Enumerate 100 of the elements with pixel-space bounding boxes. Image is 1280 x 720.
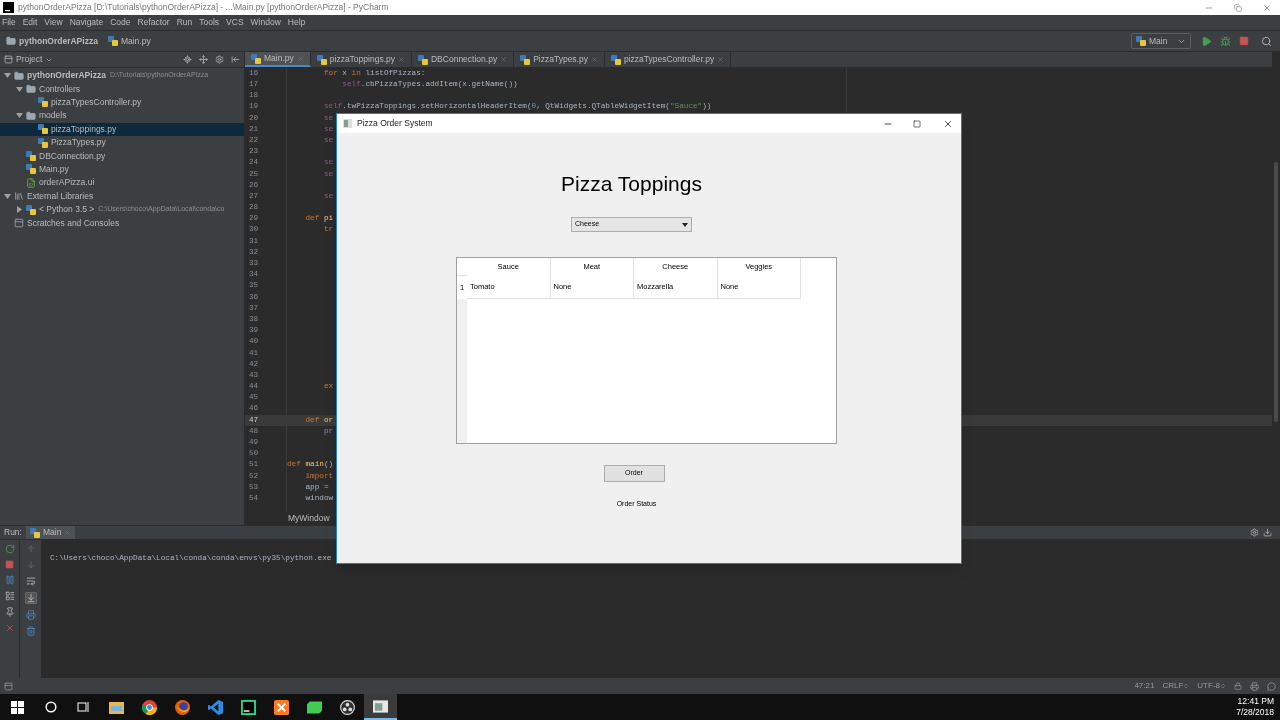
search-button[interactable] bbox=[1261, 35, 1272, 47]
pin-button[interactable] bbox=[4, 607, 15, 617]
app-window-icon[interactable] bbox=[373, 699, 388, 713]
tree-item[interactable]: External Libraries bbox=[0, 189, 244, 203]
caret-icon bbox=[682, 222, 688, 227]
clock[interactable]: 12:41 PM 7/28/2018 bbox=[1236, 696, 1280, 718]
tree-item[interactable]: Controllers bbox=[0, 82, 244, 96]
updown-icon[interactable] bbox=[1183, 683, 1190, 689]
python-file-icon bbox=[1136, 36, 1146, 46]
task-view-icon[interactable] bbox=[77, 701, 90, 713]
menu-item[interactable]: Edit bbox=[22, 16, 38, 29]
recorder-icon[interactable] bbox=[340, 699, 355, 715]
close-tab-icon[interactable] bbox=[590, 56, 598, 63]
file-icon bbox=[26, 177, 36, 188]
python-file-icon bbox=[26, 151, 36, 162]
locate-icon[interactable] bbox=[183, 55, 192, 64]
windows-icon[interactable] bbox=[11, 700, 24, 714]
expanded-arrow-icon[interactable] bbox=[15, 85, 23, 93]
tree-label: PizzaTypes.py bbox=[51, 136, 106, 149]
tree-item[interactable]: pizzaToppings.py bbox=[0, 122, 244, 136]
trash-button[interactable] bbox=[25, 626, 36, 636]
folder-icon bbox=[26, 84, 36, 95]
lock-icon[interactable] bbox=[1234, 682, 1242, 690]
editor-tab[interactable]: PizzaTypes.py bbox=[514, 52, 605, 67]
qt-icon[interactable] bbox=[307, 700, 322, 714]
tree-item[interactable]: PizzaTypes.py bbox=[0, 135, 244, 150]
python-file-icon bbox=[520, 54, 531, 65]
search-icon[interactable] bbox=[44, 701, 57, 713]
browser-icon[interactable] bbox=[142, 699, 157, 715]
breadcrumb[interactable]: MyWindow bbox=[288, 512, 330, 525]
pause-button[interactable] bbox=[4, 575, 15, 585]
window-title: pythonOrderAPizza [D:\Tutorials\pythonOrderAPizza] - ...\Main.py [pythonOrderAPizza] - PyCharm bbox=[18, 1, 389, 14]
rerun-button[interactable] bbox=[4, 544, 15, 554]
editor-tab[interactable]: DBConnection.py bbox=[412, 52, 515, 67]
run-button[interactable] bbox=[1201, 35, 1212, 47]
close-tab-icon[interactable] bbox=[500, 56, 508, 63]
menu-item[interactable]: Window bbox=[250, 16, 281, 29]
inspector-icon[interactable] bbox=[1250, 681, 1259, 691]
editor-tab[interactable]: pizzaToppings.py bbox=[310, 52, 412, 67]
fox-browser-icon[interactable] bbox=[175, 699, 190, 715]
expand-icon[interactable] bbox=[199, 55, 208, 64]
tree-item[interactable]: Scratches and Consoles bbox=[0, 216, 244, 230]
menu-item[interactable]: Navigate bbox=[69, 16, 104, 29]
encoding[interactable]: UTF-8 bbox=[1197, 680, 1220, 692]
print-button[interactable] bbox=[25, 610, 36, 620]
window-icon bbox=[343, 119, 352, 128]
code-editor-icon[interactable] bbox=[208, 699, 223, 715]
cursor-position[interactable]: 47:21 bbox=[1134, 680, 1155, 692]
tree-item[interactable]: models bbox=[0, 109, 244, 123]
editor-tab[interactable]: Main.py bbox=[245, 52, 311, 67]
scroll-end-button[interactable] bbox=[24, 592, 37, 604]
menu-item[interactable]: Refactor bbox=[137, 16, 170, 29]
updown-icon[interactable] bbox=[1220, 683, 1226, 689]
menu-item[interactable]: Tools bbox=[199, 16, 220, 29]
hide-icon[interactable] bbox=[1263, 528, 1272, 537]
expanded-arrow-icon[interactable] bbox=[3, 72, 11, 80]
debug-button[interactable] bbox=[1220, 35, 1231, 47]
menu-item[interactable]: Code bbox=[110, 16, 131, 29]
menu-item[interactable]: Run bbox=[176, 16, 193, 29]
line-separator[interactable]: CRLF bbox=[1162, 680, 1184, 692]
expanded-arrow-icon[interactable] bbox=[15, 112, 23, 120]
close-button[interactable] bbox=[943, 118, 953, 129]
folder-icon[interactable] bbox=[109, 700, 124, 714]
layout-button[interactable] bbox=[4, 591, 15, 601]
stop-button[interactable] bbox=[1239, 36, 1249, 46]
run-tab[interactable]: Main bbox=[25, 526, 76, 539]
panel-title[interactable]: Project bbox=[16, 53, 43, 66]
server-icon[interactable] bbox=[274, 699, 289, 715]
close-tab-icon[interactable] bbox=[717, 56, 725, 63]
event-log-icon[interactable] bbox=[1267, 681, 1276, 691]
settings-icon[interactable] bbox=[1250, 528, 1259, 537]
restore-button[interactable] bbox=[1234, 3, 1242, 12]
breadcrumb[interactable]: Main.py bbox=[107, 34, 151, 48]
tree-item[interactable]: Main.py bbox=[0, 162, 244, 177]
python-file-icon bbox=[29, 527, 40, 538]
collapsed-arrow-icon[interactable] bbox=[15, 206, 23, 214]
menu-item[interactable]: Help bbox=[287, 16, 306, 29]
settings-icon[interactable] bbox=[215, 55, 224, 64]
ide-icon[interactable] bbox=[241, 699, 256, 715]
down-button[interactable] bbox=[25, 560, 36, 570]
maximize-button[interactable] bbox=[913, 119, 921, 128]
stop-button[interactable] bbox=[5, 560, 14, 569]
menu-item[interactable]: View bbox=[44, 16, 63, 29]
tree-item[interactable]: pizzaTypesController.py bbox=[0, 95, 244, 110]
tree-label: models bbox=[39, 109, 67, 123]
close-tab-icon[interactable] bbox=[398, 56, 405, 63]
tree-item[interactable]: DBConnection.py bbox=[0, 149, 244, 163]
breadcrumb[interactable]: pythonOrderAPizza bbox=[6, 34, 98, 48]
hide-icon[interactable] bbox=[231, 55, 240, 64]
menu-item[interactable]: VCS bbox=[226, 16, 244, 29]
tree-label: External Libraries bbox=[27, 189, 94, 203]
folder-icon bbox=[6, 36, 16, 46]
menu-item[interactable]: File bbox=[2, 16, 16, 29]
run-config-dropdown[interactable]: Main bbox=[1131, 33, 1191, 49]
up-button[interactable] bbox=[25, 544, 36, 554]
layout-icon[interactable] bbox=[4, 681, 13, 691]
wrap-button[interactable] bbox=[25, 576, 36, 586]
tree-item[interactable]: orderAPizza.ui bbox=[0, 176, 244, 190]
editor-tab[interactable]: pizzaTypesController.py bbox=[604, 52, 732, 67]
expanded-arrow-icon[interactable] bbox=[3, 192, 11, 200]
